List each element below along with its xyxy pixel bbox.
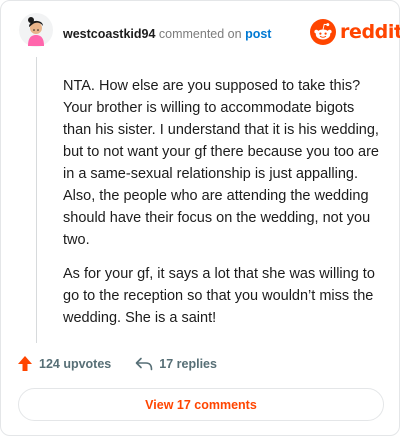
upvote-count: 124 upvotes [39,356,112,371]
comment-actions: 124 upvotes 17 replies [17,355,217,372]
comment-paragraph: NTA. How else are you supposed to take t… [63,78,379,248]
upvote-arrow-icon [18,356,32,371]
replies-button[interactable]: 17 replies [135,357,217,371]
reply-arrow-icon [135,357,153,370]
comment-card: westcoastkid94 commented on post reddit … [0,0,400,436]
upvote-button[interactable]: 124 upvotes [17,355,111,372]
commented-on-text: commented on [158,27,242,41]
thread-line [36,57,37,343]
post-link[interactable]: post [245,27,271,41]
view-comments-button[interactable]: View 17 comments [18,388,384,421]
reply-count: 17 replies [159,356,217,371]
comment-header: westcoastkid94 commented on post [63,26,271,42]
username[interactable]: westcoastkid94 [63,27,155,41]
comment-paragraph: As for your gf, it says a lot that she w… [63,266,375,326]
comment-body: NTA. How else are you supposed to take t… [63,75,383,341]
reddit-alien-icon [310,19,336,45]
user-avatar-icon[interactable] [19,13,53,47]
reddit-wordmark: reddit [340,21,400,43]
reddit-logo[interactable]: reddit [310,19,400,45]
